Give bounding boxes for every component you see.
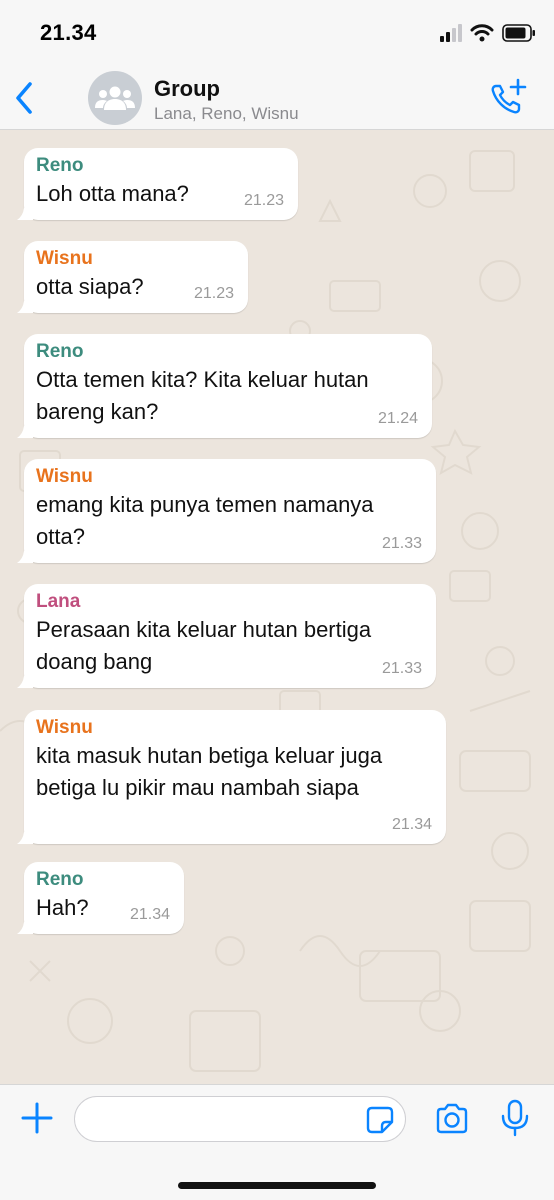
sticker-button[interactable] — [366, 1106, 394, 1134]
camera-icon — [436, 1103, 468, 1134]
sticker-icon — [366, 1106, 394, 1134]
microphone-button[interactable] — [500, 1099, 530, 1137]
bubble-tail — [17, 422, 33, 438]
message-sender[interactable]: Wisnu — [36, 716, 434, 740]
message-sender[interactable]: Reno — [36, 340, 420, 364]
group-people-icon — [95, 86, 135, 110]
input-bar — [0, 1084, 554, 1200]
avatar[interactable] — [88, 71, 142, 125]
plus-icon — [21, 1102, 53, 1134]
status-time: 21.34 — [40, 20, 97, 45]
wifi-icon — [470, 24, 494, 42]
chat-subtitle[interactable]: Lana, Reno, Wisnu — [154, 104, 299, 124]
message-timestamp: 21.24 — [377, 410, 418, 427]
bubble-tail — [17, 547, 33, 563]
message-timestamp: 21.34 — [129, 906, 170, 923]
message-bubble[interactable]: Wisnu otta siapa? 21.23 — [17, 241, 248, 313]
microphone-icon — [501, 1099, 529, 1137]
message-sender[interactable]: Reno — [36, 154, 286, 178]
cellular-signal-icon — [440, 24, 462, 42]
chat-title[interactable]: Group — [154, 76, 220, 102]
battery-icon — [502, 24, 535, 42]
bubble-tail — [17, 204, 33, 220]
attach-button[interactable] — [18, 1099, 56, 1137]
camera-button[interactable] — [434, 1101, 470, 1137]
bubble-tail — [17, 828, 33, 844]
message-text: emang kita punya temen namanya otta? — [36, 492, 374, 549]
message-input[interactable] — [74, 1096, 406, 1142]
message-bubble[interactable]: Reno Loh otta mana? 21.23 — [17, 148, 298, 220]
bubble-tail — [17, 672, 33, 688]
message-text: Perasaan kita keluar hutan bertiga doang … — [36, 617, 372, 674]
message-timestamp: 21.23 — [193, 285, 234, 302]
message-sender[interactable]: Reno — [36, 868, 172, 892]
message-timestamp: 21.33 — [381, 660, 422, 677]
message-timestamp: 21.33 — [381, 535, 422, 552]
add-call-button[interactable] — [488, 78, 528, 118]
message-bubble[interactable]: Wisnu emang kita punya temen namanya otta?… — [17, 459, 436, 563]
status-bar: 21.34 — [0, 0, 554, 64]
message-bubble[interactable]: Reno Hah? 21.34 — [17, 862, 184, 934]
message-bubble[interactable]: Reno Otta temen kita? Kita keluar hutan ba… — [17, 334, 432, 438]
message-sender[interactable]: Wisnu — [36, 247, 236, 271]
message-text: kita masuk hutan betiga keluar juga betig… — [36, 743, 383, 800]
message-sender[interactable]: Wisnu — [36, 465, 424, 489]
chevron-left-icon — [16, 82, 32, 114]
message-bubble[interactable]: Wisnu kita masuk hutan betiga keluar juga… — [17, 710, 446, 844]
add-call-icon — [491, 78, 527, 114]
home-indicator[interactable] — [178, 1182, 376, 1189]
message-timestamp: 21.34 — [391, 816, 432, 833]
back-button[interactable] — [8, 78, 40, 118]
bubble-tail — [17, 297, 33, 313]
message-text: Otta temen kita? Kita keluar hutan bareng… — [36, 367, 369, 424]
bubble-tail — [17, 918, 33, 934]
chat-header: Group Lana, Reno, Wisnu — [0, 64, 554, 130]
chat-area[interactable]: Reno Loh otta mana? 21.23 Wisnu otta siapa? 2… — [0, 131, 554, 1084]
message-bubble[interactable]: Lana Perasaan kita keluar hutan bertiga do… — [17, 584, 436, 688]
message-sender[interactable]: Lana — [36, 590, 424, 614]
message-timestamp: 21.23 — [243, 192, 284, 209]
